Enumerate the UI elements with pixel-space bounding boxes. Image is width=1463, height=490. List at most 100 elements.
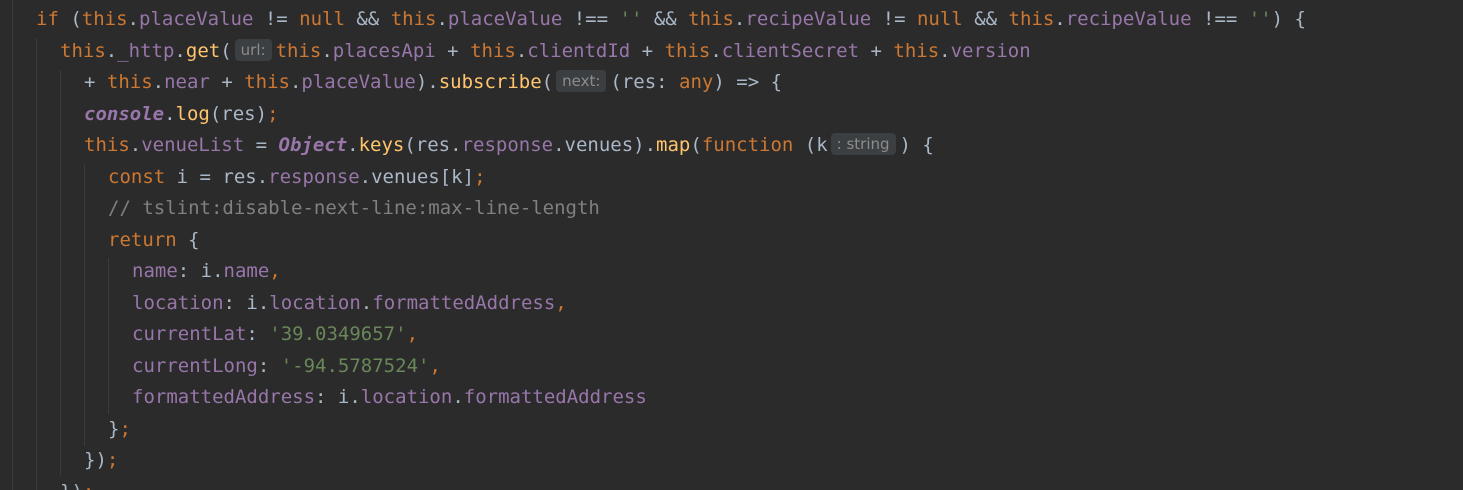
code-line[interactable]: this._http.get(url: this.placesApi + this… <box>60 36 1031 67</box>
parameter-hint: next: <box>556 70 607 92</box>
code-token: get <box>185 40 221 62</box>
code-token: (res: <box>610 71 680 93</box>
code-token: . <box>129 134 142 156</box>
code-token: != <box>253 8 300 30</box>
code-token: this <box>106 71 153 93</box>
code-token: this <box>1008 8 1055 30</box>
code-line[interactable]: const i = res.response.venues[k]; <box>108 162 486 193</box>
code-line[interactable]: console.log(res); <box>84 99 279 130</box>
code-token: + <box>859 40 894 62</box>
code-token: return <box>108 229 177 251</box>
code-line[interactable]: location: i.location.formattedAddress, <box>132 288 567 319</box>
code-token: response <box>461 134 554 156</box>
code-token: this <box>60 40 106 62</box>
code-token: null <box>916 8 963 30</box>
code-token: console <box>84 103 165 125</box>
code-line[interactable]: }); <box>60 477 94 490</box>
code-token: formattedAddress <box>372 292 556 314</box>
code-token: ( <box>220 40 232 62</box>
code-token: placesApi <box>332 40 436 62</box>
code-token: . <box>360 292 373 314</box>
code-token: . <box>347 134 359 156</box>
code-token: currentLat <box>132 323 247 345</box>
code-token: . <box>436 8 448 30</box>
code-token: (res. <box>404 134 462 156</box>
code-token: . <box>174 40 186 62</box>
code-token: _http <box>117 40 175 62</box>
code-token: , <box>269 260 281 282</box>
code-token: function <box>701 134 794 156</box>
code-token: . <box>733 8 746 30</box>
code-token: null <box>299 8 345 30</box>
code-token: name <box>223 260 270 282</box>
code-token: map <box>656 134 691 156</box>
code-token: this <box>470 40 516 62</box>
code-token: : <box>246 323 270 345</box>
code-editor[interactable]: if (this.placeValue != null && this.plac… <box>0 0 1463 490</box>
code-token: this <box>244 71 290 93</box>
code-token: ; <box>83 481 94 490</box>
code-token: && <box>642 8 689 30</box>
code-token: + <box>630 40 665 62</box>
parameter-hint: : string <box>830 133 896 155</box>
indent-guide <box>36 38 37 490</box>
code-token: }) <box>84 449 107 471</box>
code-token: ( <box>690 134 702 156</box>
code-line[interactable]: + this.near + this.placeValue).subscribe… <box>84 67 782 98</box>
code-token: !== <box>562 8 620 30</box>
code-token: this <box>664 40 711 62</box>
code-token: !== <box>1191 8 1249 30</box>
code-line[interactable]: name: i.name, <box>132 256 281 287</box>
code-token: this <box>275 40 322 62</box>
code-token: '39.0349657' <box>269 323 407 345</box>
code-line[interactable]: // tslint:disable-next-line:max-line-len… <box>108 193 600 224</box>
code-token: . <box>1054 8 1066 30</box>
code-token: . <box>321 40 333 62</box>
code-token: keys <box>358 134 405 156</box>
code-token: = <box>244 134 279 156</box>
code-token: formattedAddress <box>132 386 316 408</box>
code-line[interactable]: }); <box>84 445 118 476</box>
code-token: . <box>164 103 176 125</box>
code-token: location <box>360 386 453 408</box>
code-line[interactable]: }; <box>108 414 131 445</box>
code-token: clientSecret <box>721 40 860 62</box>
code-line[interactable]: currentLong: '-94.5787524', <box>132 351 441 382</box>
code-token: any <box>679 71 714 93</box>
code-token: clientdId <box>527 40 631 62</box>
code-token: placeValue <box>301 71 416 93</box>
code-line[interactable]: this.venueList = Object.keys(res.respons… <box>84 130 934 161</box>
code-token: .venues[k] <box>359 166 475 188</box>
code-token: near <box>164 71 210 93</box>
code-token: .venues). <box>553 134 657 156</box>
code-token: response <box>268 166 360 188</box>
code-token: const <box>108 166 166 188</box>
code-line[interactable]: if (this.placeValue != null && this.plac… <box>36 4 1306 35</box>
code-token: . <box>515 40 528 62</box>
code-token: + <box>209 71 245 93</box>
code-line[interactable]: return { <box>108 225 200 256</box>
code-token: i = res. <box>165 166 269 188</box>
code-token: this <box>84 134 130 156</box>
code-token: log <box>175 103 210 125</box>
code-token: formattedAddress <box>463 386 647 408</box>
code-token: this <box>893 40 940 62</box>
indent-guide <box>12 0 13 490</box>
code-token: } <box>108 418 120 440</box>
code-line[interactable]: currentLat: '39.0349657', <box>132 319 418 350</box>
indent-guide <box>60 70 61 476</box>
code-token: venueList <box>141 134 245 156</box>
code-token: . <box>289 71 302 93</box>
code-line[interactable]: formattedAddress: i.location.formattedAd… <box>132 382 647 413</box>
code-token: ) { <box>1271 8 1306 30</box>
code-token: , <box>555 292 567 314</box>
code-token: '' <box>619 8 643 30</box>
code-token: currentLong <box>132 355 258 377</box>
code-token: . <box>152 71 165 93</box>
code-token: . <box>127 8 139 30</box>
code-token: . <box>452 386 464 408</box>
indent-guide <box>108 258 109 414</box>
code-token: != <box>871 8 917 30</box>
code-token: location <box>269 292 361 314</box>
code-token: ) { <box>899 134 934 156</box>
